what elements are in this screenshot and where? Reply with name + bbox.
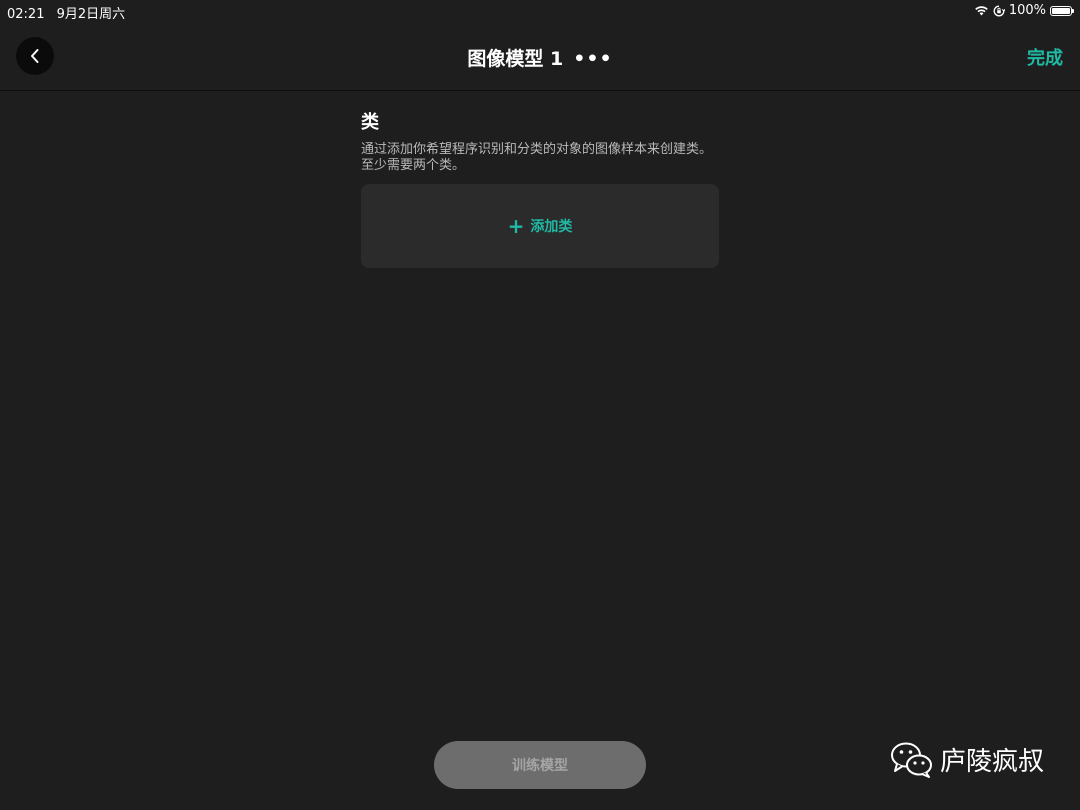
more-options-icon[interactable]: ••• bbox=[573, 48, 612, 70]
section-title: 类 bbox=[361, 112, 379, 133]
train-model-button[interactable]: 训练模型 bbox=[434, 741, 646, 789]
status-right: 100% bbox=[974, 3, 1074, 18]
watermark-text: 庐陵疯叔 bbox=[939, 746, 1044, 777]
battery-icon bbox=[1050, 5, 1074, 16]
status-left: 02:21 9月2日周六 bbox=[7, 3, 133, 22]
navigation-bar: 图像模型 1 ••• 完成 bbox=[0, 22, 1080, 91]
add-class-button[interactable]: + 添加类 bbox=[361, 184, 719, 268]
section-description: 通过添加你希望程序识别和分类的对象的图像样本来创建类。至少需要两个类。 bbox=[361, 142, 713, 173]
page-title: 图像模型 1 ••• bbox=[0, 44, 1080, 71]
model-title[interactable]: 图像模型 1 bbox=[467, 48, 563, 70]
battery-percent: 100% bbox=[1008, 3, 1046, 18]
watermark: 庐陵疯叔 bbox=[890, 740, 1044, 778]
orientation-lock-icon bbox=[993, 5, 1005, 16]
plus-icon: + bbox=[507, 214, 525, 238]
wechat-icon bbox=[890, 742, 932, 778]
status-time: 02:21 bbox=[7, 7, 45, 22]
status-bar: 02:21 9月2日周六 100% bbox=[0, 0, 1080, 22]
classes-section: 类 通过添加你希望程序识别和分类的对象的图像样本来创建类。至少需要两个类。 + … bbox=[361, 108, 719, 268]
add-class-label: 添加类 bbox=[530, 219, 573, 235]
status-date: 9月2日周六 bbox=[56, 7, 126, 22]
done-button[interactable]: 完成 bbox=[1027, 44, 1063, 70]
wifi-icon bbox=[975, 6, 988, 16]
